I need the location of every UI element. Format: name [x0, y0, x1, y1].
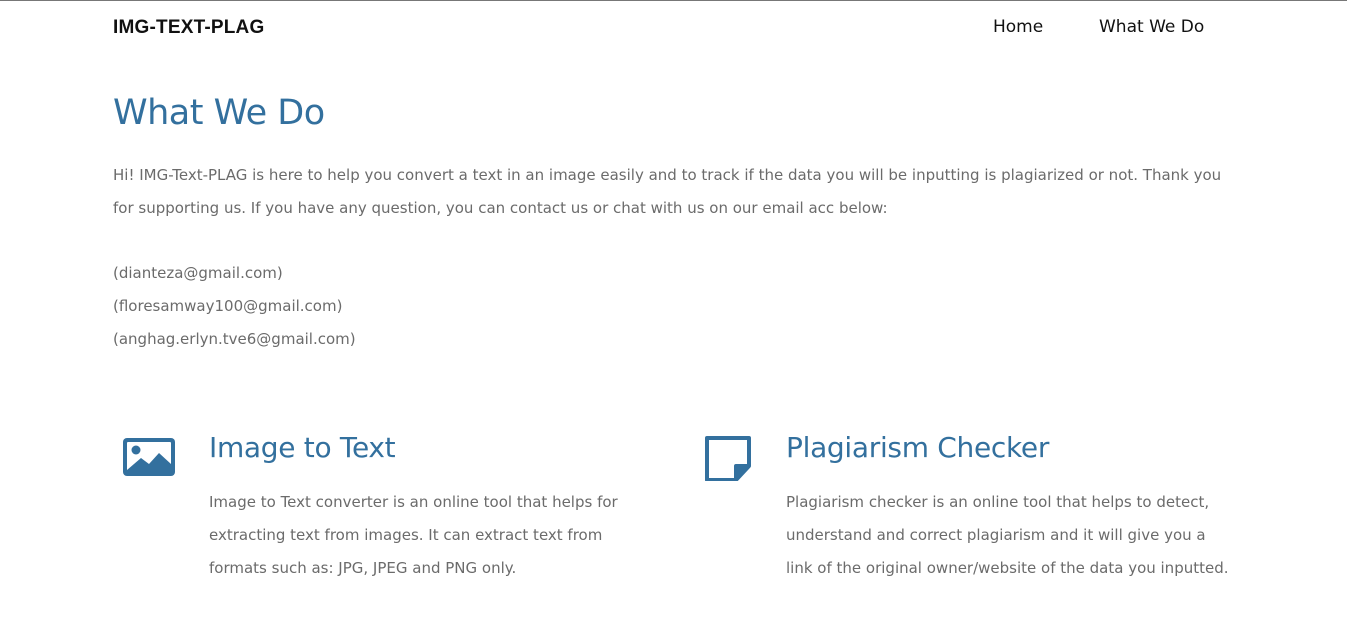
email-item: (floresamway100@gmail.com) [113, 297, 343, 315]
email-list: (dianteza@gmail.com) (floresamway100@gma… [113, 257, 356, 356]
email-item: (dianteza@gmail.com) [113, 264, 283, 282]
page-title: What We Do [113, 93, 325, 133]
nav-link-home[interactable]: Home [993, 17, 1043, 37]
image-icon [121, 433, 177, 481]
sticky-note-icon [698, 433, 754, 482]
navbar: IMG-TEXT-PLAG Home What We Do [0, 1, 1347, 57]
nav-link-what-we-do[interactable]: What We Do [1099, 17, 1204, 37]
feature-title: Image to Text [209, 431, 396, 464]
feature-description: Image to Text converter is an online too… [209, 493, 618, 577]
feature-title: Plagiarism Checker [786, 431, 1050, 464]
email-item: (anghag.erlyn.tve6@gmail.com) [113, 330, 356, 348]
feature-description: Plagiarism checker is an online tool tha… [786, 493, 1229, 577]
intro-text: Hi! IMG-Text-PLAG is here to help you co… [113, 166, 1222, 217]
brand-logo[interactable]: IMG-TEXT-PLAG [113, 17, 264, 39]
